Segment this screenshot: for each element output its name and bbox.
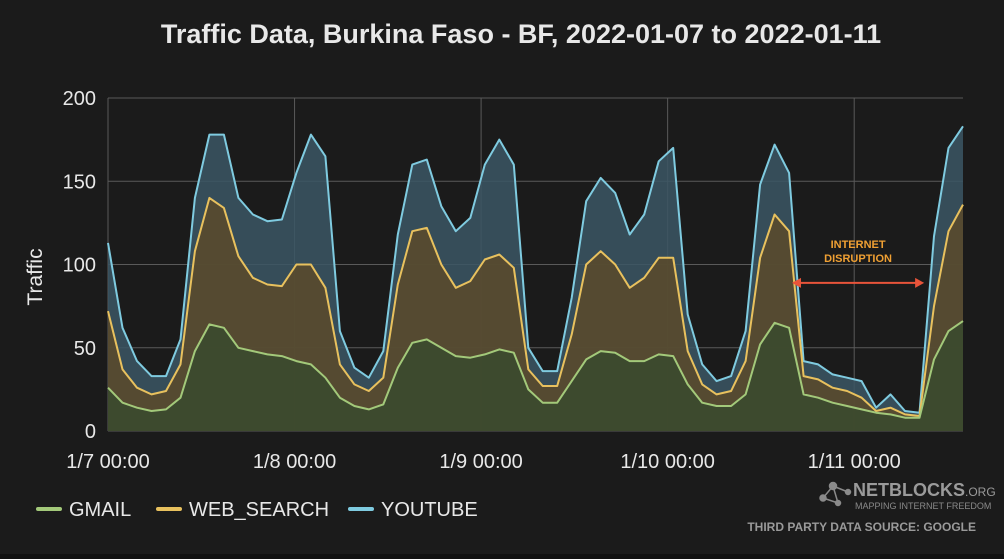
x-tick-label: 1/10 00:00 [620,451,715,473]
netblocks-logo: NETBLOCKS.ORG MAPPING INTERNET FREEDOM [819,480,996,511]
legend-label: GMAIL [69,499,131,521]
internet-disruption-annotation: INTERNET DISRUPTION [792,239,925,288]
network-nodes-icon [819,481,852,507]
x-tick-label: 1/7 00:00 [66,451,149,473]
y-tick-label: 100 [63,255,96,277]
annotation-arrow-right [915,277,925,288]
y-tick-label: 150 [63,171,96,193]
legend-item-web-search: WEB_SEARCH [156,499,329,521]
y-axis-ticks: 0 50 100 150 200 [63,88,96,443]
svg-text:NETBLOCKS.ORG: NETBLOCKS.ORG [853,480,996,500]
legend-label: WEB_SEARCH [189,499,329,521]
chart-frame: Traffic Data, Burkina Faso - BF, 2022-01… [0,0,1004,554]
legend-item-gmail: GMAIL [36,499,131,521]
y-tick-label: 200 [63,88,96,110]
chart-title: Traffic Data, Burkina Faso - BF, 2022-01… [161,19,881,49]
y-tick-label: 50 [74,338,96,360]
y-axis-label: Traffic [24,248,47,305]
legend-item-youtube: YOUTUBE [348,499,478,521]
x-tick-label: 1/8 00:00 [253,451,336,473]
logo-suffix: .ORG [965,485,996,499]
traffic-chart: Traffic Data, Burkina Faso - BF, 2022-01… [24,19,996,534]
annotation-text-line-2: DISRUPTION [824,253,892,265]
x-tick-label: 1/11 00:00 [808,451,901,473]
legend: GMAIL WEB_SEARCH YOUTUBE [36,499,478,521]
legend-label: YOUTUBE [381,499,478,521]
logo-name: NETBLOCKS [853,480,965,500]
series-areas [108,126,963,432]
x-axis-ticks: 1/7 00:00 1/8 00:00 1/9 00:00 1/10 00:00 1/1… [66,451,900,473]
logo-tagline: MAPPING INTERNET FREEDOM [855,501,991,511]
annotation-text-line-1: INTERNET [831,239,886,251]
y-tick-label: 0 [85,421,96,443]
x-tick-label: 1/9 00:00 [439,451,522,473]
data-source: THIRD PARTY DATA SOURCE: GOOGLE [747,520,976,534]
